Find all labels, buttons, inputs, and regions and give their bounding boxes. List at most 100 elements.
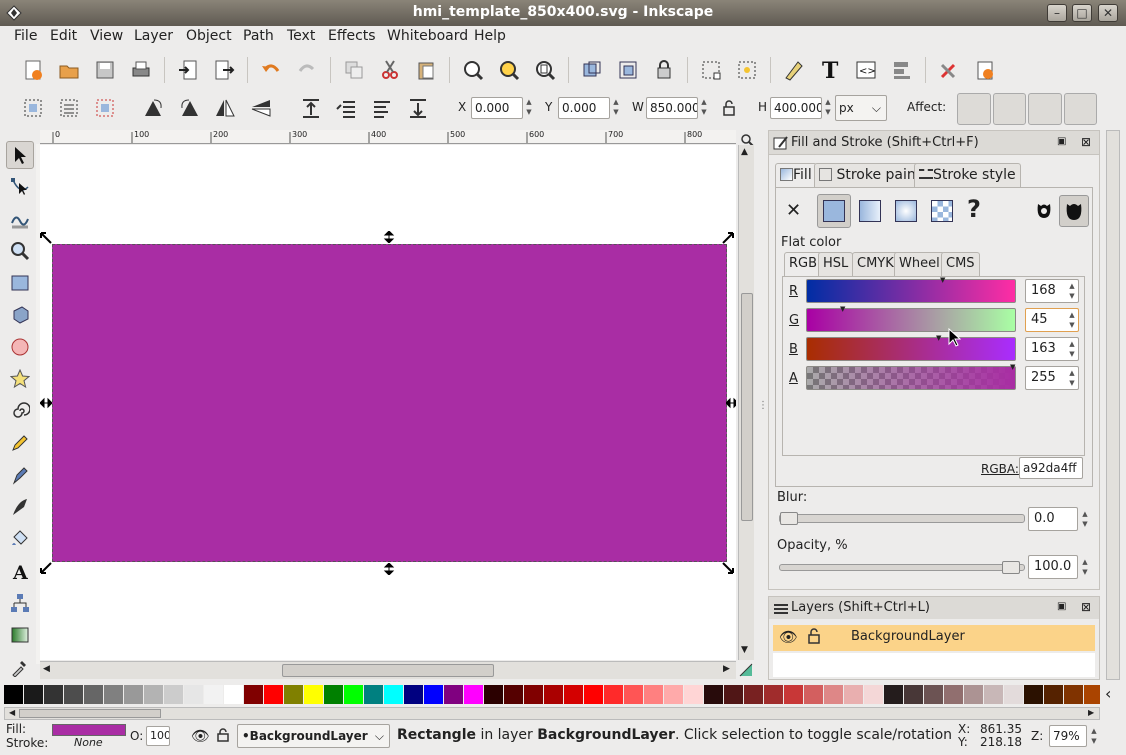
palette-swatch[interactable]	[84, 685, 103, 704]
palette-swatch[interactable]	[724, 685, 743, 704]
palette-swatch[interactable]	[544, 685, 563, 704]
palette-swatch[interactable]	[144, 685, 163, 704]
scroll-right-icon[interactable]: ▶	[723, 664, 730, 674]
duplicate-icon[interactable]	[341, 57, 367, 83]
scroll-up-icon[interactable]: ▲	[741, 147, 748, 157]
x-field[interactable]: 0.000	[471, 97, 523, 119]
layers-iconify-button[interactable]: ▣	[1057, 601, 1066, 612]
zoom-page-icon[interactable]	[532, 57, 558, 83]
canvas-area[interactable]	[40, 145, 736, 660]
opacity-spinner[interactable]: ▲ ▼	[1080, 557, 1090, 579]
a-slider[interactable]	[806, 366, 1016, 390]
connector-tool-icon[interactable]	[6, 589, 34, 617]
palette-scroll-left-icon[interactable]: ◀	[9, 708, 15, 717]
preferences-icon[interactable]	[936, 57, 962, 83]
affect-stroke-toggle[interactable]	[957, 93, 991, 125]
b-spinner[interactable]: ▲ ▼	[1067, 339, 1077, 361]
import-icon[interactable]	[175, 57, 201, 83]
tweak-tool-icon[interactable]	[6, 205, 34, 233]
3d-box-tool-icon[interactable]	[6, 301, 34, 329]
tab-cms[interactable]: CMS	[941, 252, 980, 276]
palette-swatch[interactable]	[664, 685, 683, 704]
select-all-layers-icon[interactable]	[56, 95, 82, 121]
zoom-selection-icon[interactable]	[460, 57, 486, 83]
redo-icon[interactable]	[294, 57, 320, 83]
palette-swatch[interactable]	[364, 685, 383, 704]
palette-swatch[interactable]	[1044, 685, 1063, 704]
palette-swatch[interactable]	[284, 685, 303, 704]
no-paint-button[interactable]: ✕	[786, 200, 801, 221]
selector-tool-icon[interactable]	[6, 141, 34, 169]
zoom-drawing-icon[interactable]	[496, 57, 522, 83]
palette-swatch[interactable]	[904, 685, 923, 704]
fill-evenodd-icon[interactable]	[1035, 202, 1053, 224]
palette-swatch[interactable]	[104, 685, 123, 704]
palette-swatch[interactable]	[464, 685, 483, 704]
palette-swatch[interactable]	[964, 685, 983, 704]
a-slider-marker[interactable]: ▼	[1010, 363, 1015, 371]
node-tool-icon[interactable]	[6, 173, 34, 201]
palette-swatch[interactable]	[744, 685, 763, 704]
h-spinner[interactable]: ▲ ▼	[823, 97, 833, 119]
fill-swatch[interactable]	[52, 724, 126, 736]
tab-cmyk[interactable]: CMYK	[852, 252, 899, 276]
palette-swatch[interactable]	[1064, 685, 1083, 704]
ungroup-icon[interactable]	[615, 57, 641, 83]
palette-swatch[interactable]	[444, 685, 463, 704]
palette-swatch[interactable]	[764, 685, 783, 704]
horizontal-scrollbar[interactable]: ◀ ▶	[40, 661, 736, 679]
unit-select[interactable]: px ⌵	[835, 95, 887, 121]
tab-fill[interactable]: Fill	[775, 163, 817, 187]
opacity-slider[interactable]	[779, 561, 1025, 574]
lower-to-bottom-icon[interactable]	[405, 95, 431, 121]
menu-view[interactable]: View	[90, 28, 123, 44]
menu-text[interactable]: Text	[287, 28, 315, 44]
undo-icon[interactable]	[258, 57, 284, 83]
layers-close-button[interactable]: ⊠	[1081, 600, 1091, 614]
calligraphy-tool-icon[interactable]	[6, 493, 34, 521]
x-spinner[interactable]: ▲ ▼	[524, 97, 534, 119]
linear-gradient-button[interactable]	[859, 200, 881, 222]
select-all-icon[interactable]	[20, 95, 46, 121]
scale-handle-n[interactable]	[383, 230, 395, 244]
a-spinner[interactable]: ▲ ▼	[1067, 368, 1077, 390]
flip-horizontal-icon[interactable]	[212, 95, 238, 121]
palette-swatch[interactable]	[164, 685, 183, 704]
palette-swatch[interactable]	[344, 685, 363, 704]
affect-gradients-toggle[interactable]	[1028, 93, 1062, 125]
palette-swatch[interactable]	[404, 685, 423, 704]
palette-swatch[interactable]	[304, 685, 323, 704]
pen-tool-icon[interactable]	[6, 461, 34, 489]
xml-editor-icon[interactable]	[781, 57, 807, 83]
b-slider[interactable]	[806, 337, 1016, 361]
palette-swatch[interactable]	[1024, 685, 1043, 704]
document-properties-icon[interactable]	[972, 57, 998, 83]
y-spinner[interactable]: ▲ ▼	[611, 97, 621, 119]
w-spinner[interactable]: ▲ ▼	[699, 97, 709, 119]
blur-field[interactable]: 0.0	[1028, 507, 1078, 531]
scroll-left-icon[interactable]: ◀	[43, 664, 50, 674]
scale-handle-s[interactable]	[383, 562, 395, 576]
node-editor-icon[interactable]	[698, 57, 724, 83]
deselect-icon[interactable]	[92, 95, 118, 121]
palette-swatch[interactable]	[784, 685, 803, 704]
palette-swatch[interactable]	[484, 685, 503, 704]
palette-swatch[interactable]	[44, 685, 63, 704]
palette-swatch[interactable]	[204, 685, 223, 704]
palette-swatch[interactable]	[944, 685, 963, 704]
b-slider-marker[interactable]: ▼	[936, 334, 941, 342]
scroll-down-icon[interactable]: ▼	[741, 645, 748, 655]
palette-swatch[interactable]	[924, 685, 943, 704]
menu-edit[interactable]: Edit	[50, 28, 77, 44]
lock-ratio-icon[interactable]	[722, 99, 736, 121]
palette-swatch[interactable]	[224, 685, 243, 704]
palette-scroll-right-icon[interactable]: ▶	[1088, 708, 1094, 717]
palette-swatch[interactable]	[24, 685, 43, 704]
blur-slider[interactable]	[779, 512, 1025, 525]
menu-effects[interactable]: Effects	[328, 28, 376, 44]
vertical-scroll-thumb[interactable]	[741, 293, 753, 521]
group-icon[interactable]	[579, 57, 605, 83]
rgba-field[interactable]: a92da4ff	[1019, 457, 1083, 479]
menu-object[interactable]: Object	[186, 28, 232, 44]
palette-swatch[interactable]	[704, 685, 723, 704]
